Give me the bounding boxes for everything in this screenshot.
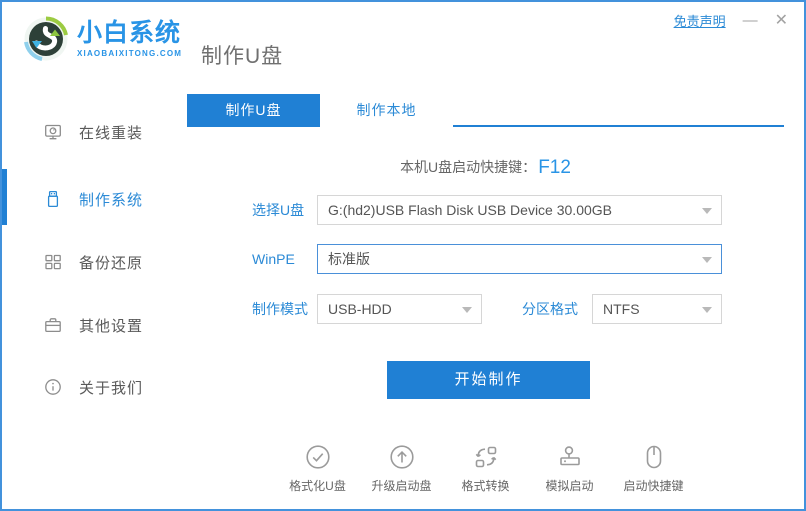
arrow-up-circle-icon xyxy=(389,445,414,469)
dropdown-arrow-icon xyxy=(702,257,712,263)
monitor-reinstall-icon xyxy=(45,124,61,140)
start-make-button[interactable]: 开始制作 xyxy=(387,361,590,399)
mouse-icon xyxy=(646,445,661,469)
boot-hotkey-label: 本机U盘启动快捷键： xyxy=(400,159,537,175)
tool-label: 模拟启动 xyxy=(545,479,594,493)
partition-dropdown[interactable]: NTFS xyxy=(592,294,722,324)
tool-boot-hotkey[interactable]: 启动快捷键 xyxy=(618,443,690,494)
winpe-dropdown[interactable]: 标准版 xyxy=(317,244,722,274)
boot-hotkey-line: 本机U盘启动快捷键： F12 xyxy=(187,157,784,179)
info-circle-icon xyxy=(45,379,61,395)
partition-label: 分区格式 xyxy=(522,301,578,317)
tool-label: 格式转换 xyxy=(461,479,510,493)
sidebar-item-label: 备份还原 xyxy=(79,254,144,272)
usb-select-label: 选择U盘 xyxy=(252,202,305,218)
usb-select-row: 选择U盘 G:(hd2)USB Flash Disk USB Device 30… xyxy=(252,195,722,225)
tool-format-usb[interactable]: 格式化U盘 xyxy=(282,443,354,494)
brand-domain: XIAOBAIXITONG.COM xyxy=(77,49,183,59)
sidebar-item-online-reinstall[interactable]: 在线重装 xyxy=(2,112,187,152)
backup-grid-icon xyxy=(45,254,61,270)
sidebar-item-label: 其他设置 xyxy=(79,317,144,335)
mode-row: 制作模式 USB-HDD 分区格式 NTFS xyxy=(252,294,722,324)
page-title: 制作U盘 xyxy=(201,45,284,68)
sidebar-item-label: 制作系统 xyxy=(79,191,144,209)
tab-make-local[interactable]: 制作本地 xyxy=(320,94,453,127)
joystick-icon xyxy=(559,446,580,466)
check-circle-icon xyxy=(305,445,330,469)
mode-value: USB-HDD xyxy=(328,301,392,317)
dropdown-arrow-icon xyxy=(702,307,712,313)
sidebar: 在线重装 制作系统 备份还原 其他设置 关于我们 xyxy=(2,92,187,509)
tool-label: 启动快捷键 xyxy=(623,479,684,493)
partition-value: NTFS xyxy=(603,301,640,317)
tool-label: 升级启动盘 xyxy=(371,479,432,493)
usb-drive-icon xyxy=(47,190,59,208)
tool-simulate-boot[interactable]: 模拟启动 xyxy=(534,443,606,494)
app-logo: 小白系统 XIAOBAIXITONG.COM xyxy=(22,15,182,63)
usb-select-dropdown[interactable]: G:(hd2)USB Flash Disk USB Device 30.00GB xyxy=(317,195,722,225)
sidebar-item-about-us[interactable]: 关于我们 xyxy=(2,367,187,407)
winpe-value: 标准版 xyxy=(328,251,370,267)
tool-format-convert[interactable]: 格式转换 xyxy=(450,443,522,494)
disclaimer-link[interactable]: 免责声明 xyxy=(674,11,726,30)
brand-name: 小白系统 xyxy=(77,18,182,47)
minimize-button[interactable]: — xyxy=(743,13,758,28)
window-controls: 免责声明 — ✕ xyxy=(674,11,788,30)
footer-toolbar: 格式化U盘 升级启动盘 格式转换 模拟启动 启动快捷键 xyxy=(187,443,784,494)
logo-swirl-icon xyxy=(24,16,68,61)
sidebar-item-label: 在线重装 xyxy=(79,124,144,142)
sidebar-item-make-system[interactable]: 制作系统 xyxy=(2,179,187,219)
tab-make-usb[interactable]: 制作U盘 xyxy=(187,94,320,127)
mode-label: 制作模式 xyxy=(252,301,308,317)
winpe-row: WinPE 标准版 xyxy=(252,244,722,274)
dropdown-arrow-icon xyxy=(702,208,712,214)
app-window: 小白系统 XIAOBAIXITONG.COM 制作U盘 免责声明 — ✕ 在线重… xyxy=(0,0,806,511)
tool-label: 格式化U盘 xyxy=(289,479,346,493)
sidebar-item-other-settings[interactable]: 其他设置 xyxy=(2,305,187,345)
tool-upgrade-boot-disk[interactable]: 升级启动盘 xyxy=(366,443,438,494)
tab-bar: 制作U盘 制作本地 xyxy=(187,94,784,127)
sidebar-item-backup-restore[interactable]: 备份还原 xyxy=(2,242,187,282)
dropdown-arrow-icon xyxy=(462,307,472,313)
toolbox-icon xyxy=(45,318,61,333)
mode-dropdown[interactable]: USB-HDD xyxy=(317,294,482,324)
convert-icon xyxy=(475,446,496,468)
close-button[interactable]: ✕ xyxy=(775,13,788,29)
winpe-label: WinPE xyxy=(252,251,295,267)
usb-select-value: G:(hd2)USB Flash Disk USB Device 30.00GB xyxy=(328,202,612,218)
boot-hotkey-value: F12 xyxy=(538,157,571,178)
sidebar-item-label: 关于我们 xyxy=(79,379,144,397)
logo-text: 小白系统 XIAOBAIXITONG.COM xyxy=(77,18,183,59)
